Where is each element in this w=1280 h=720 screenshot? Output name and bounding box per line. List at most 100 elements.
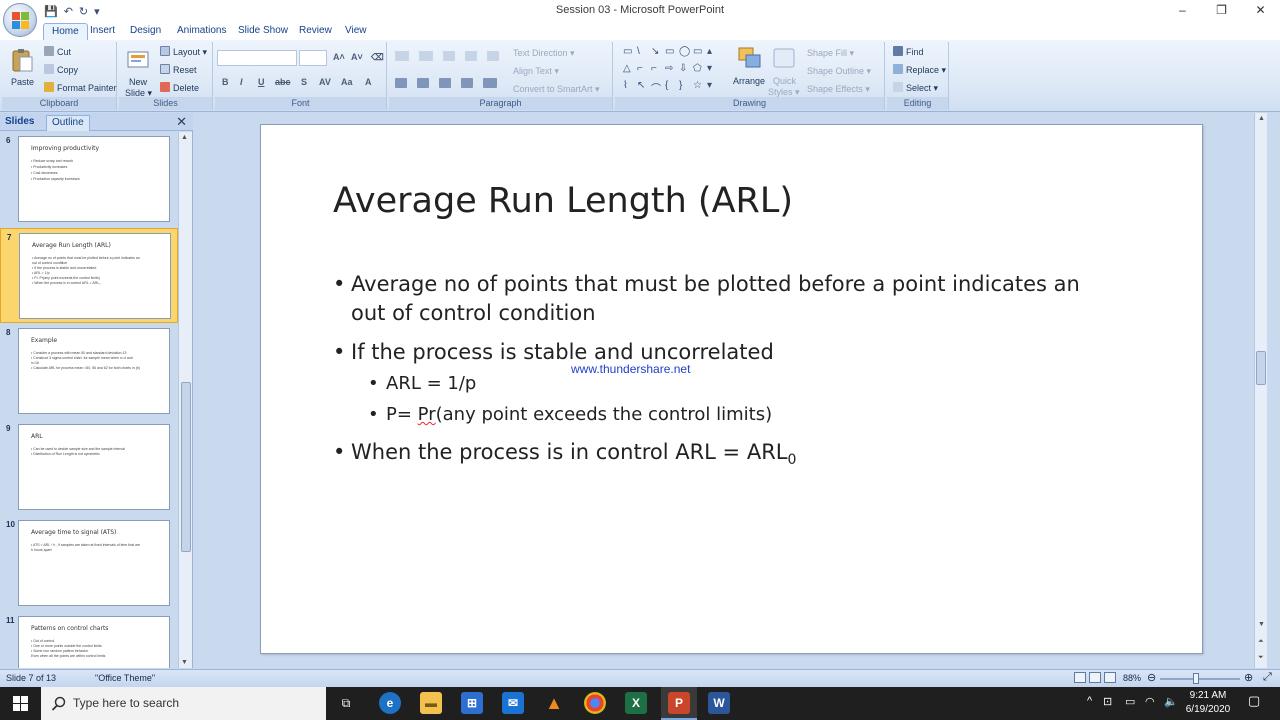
shape-item[interactable]: ◯ bbox=[679, 46, 693, 63]
align-right-icon[interactable] bbox=[439, 78, 451, 88]
convert-smartart-button[interactable]: Convert to SmartArt ▾ bbox=[513, 83, 600, 95]
word-icon[interactable]: W bbox=[708, 692, 730, 714]
maximize-button[interactable]: ❐ bbox=[1202, 0, 1241, 22]
task-view-icon[interactable]: ⧉ bbox=[335, 692, 357, 714]
slide-thumbnail-row[interactable]: 10 Average time to signal (ATS) • ATS = … bbox=[0, 516, 178, 611]
slide-thumbnail-row[interactable]: 6 Improving productivity • Reduce scrap … bbox=[0, 132, 178, 227]
taskbar-search[interactable]: Type here to search bbox=[41, 687, 326, 720]
zoom-level[interactable]: 88% bbox=[1123, 673, 1141, 683]
shape-item[interactable]: ▴ bbox=[707, 46, 721, 63]
excel-icon[interactable]: X bbox=[625, 692, 647, 714]
scroll-up-icon[interactable]: ▲ bbox=[181, 134, 188, 141]
shape-item[interactable]: △ bbox=[623, 63, 637, 80]
powerpoint-taskbar-button[interactable]: P bbox=[661, 687, 697, 720]
start-button[interactable] bbox=[0, 687, 40, 720]
editor-scrollbar[interactable]: ▲ ▼ ⏶ ⏷ bbox=[1254, 113, 1267, 668]
grow-font-button[interactable]: A˄ bbox=[333, 52, 345, 62]
font-color-button[interactable]: A bbox=[365, 77, 372, 87]
zoom-slider-thumb[interactable] bbox=[1193, 673, 1199, 684]
wifi-icon[interactable]: ◠ bbox=[1145, 695, 1155, 708]
slide-canvas[interactable]: Average Run Length (ARL) • Average no of… bbox=[260, 124, 1203, 654]
scroll-up-icon[interactable]: ▲ bbox=[1258, 115, 1265, 122]
slide-thumbnail[interactable]: Example • Consider a process with mean 5… bbox=[18, 328, 170, 414]
slide-thumbnail-row[interactable]: 8 Example • Consider a process with mean… bbox=[0, 324, 178, 419]
tab-home[interactable]: Home bbox=[43, 23, 88, 40]
shrink-font-button[interactable]: A˅ bbox=[351, 52, 363, 62]
shape-item[interactable]: ▾ bbox=[707, 80, 721, 97]
shape-item[interactable]: ⇩ bbox=[679, 63, 693, 80]
shape-item[interactable]: ⇨ bbox=[665, 63, 679, 80]
bullet-2[interactable]: • If the process is stable and uncorrela… bbox=[333, 338, 1151, 367]
shadow-button[interactable]: S bbox=[301, 77, 307, 87]
increase-indent-icon[interactable] bbox=[465, 51, 477, 61]
chrome-icon[interactable] bbox=[584, 692, 606, 714]
volume-icon[interactable]: 🔈 bbox=[1164, 695, 1178, 708]
justify-icon[interactable] bbox=[461, 78, 473, 88]
character-spacing-button[interactable]: AV bbox=[319, 77, 331, 87]
pane-scrollbar[interactable]: ▲ ▼ bbox=[178, 132, 192, 668]
shape-item[interactable]: } bbox=[679, 80, 693, 97]
normal-view-icon[interactable] bbox=[1074, 672, 1086, 683]
select-button[interactable]: Select ▾ bbox=[893, 82, 938, 94]
slide-thumbnail[interactable]: Patterns on control charts • Out of cont… bbox=[18, 616, 170, 668]
scroll-down-icon[interactable]: ▼ bbox=[1258, 621, 1265, 628]
underline-button[interactable]: U bbox=[258, 77, 265, 87]
sub-bullet-1[interactable]: • ARL = 1/p bbox=[368, 372, 476, 396]
reset-button[interactable]: Reset bbox=[160, 64, 197, 76]
arrange-button[interactable]: Arrange bbox=[733, 75, 765, 87]
previous-slide-icon[interactable]: ⏶ bbox=[1258, 638, 1264, 646]
bullet-1[interactable]: • Average no of points that must be plot… bbox=[333, 270, 1151, 328]
find-button[interactable]: Find bbox=[893, 46, 924, 58]
shape-fill-button[interactable]: Shape Fill ▾ bbox=[807, 47, 854, 59]
clear-formatting-button[interactable]: ⌫ bbox=[371, 52, 384, 63]
text-direction-button[interactable]: Text Direction ▾ bbox=[513, 47, 575, 59]
line-spacing-icon[interactable] bbox=[487, 51, 499, 61]
shape-item[interactable]: ⌒ bbox=[651, 80, 665, 97]
fit-to-window-icon[interactable]: ⤢ bbox=[1263, 671, 1272, 684]
decrease-indent-icon[interactable] bbox=[443, 51, 455, 61]
replace-button[interactable]: Replace ▾ bbox=[893, 64, 946, 76]
tab-outline[interactable]: Outline bbox=[46, 115, 90, 131]
notifications-icon[interactable]: ▢ bbox=[1248, 693, 1260, 709]
shape-item[interactable]: \ bbox=[637, 46, 651, 63]
align-text-button[interactable]: Align Text ▾ bbox=[513, 65, 559, 77]
shape-item[interactable]: ▭ bbox=[623, 46, 637, 63]
tab-slides[interactable]: Slides bbox=[0, 115, 39, 131]
bullet-3[interactable]: • When the process is in control ARL = A… bbox=[333, 438, 1151, 475]
tab-animations[interactable]: Animations bbox=[169, 23, 234, 40]
scroll-down-icon[interactable]: ▼ bbox=[181, 659, 188, 666]
zoom-in-icon[interactable]: ⊕ bbox=[1244, 671, 1253, 684]
font-size-combo[interactable] bbox=[299, 50, 327, 66]
slide-show-icon[interactable] bbox=[1104, 672, 1116, 683]
close-window-button[interactable]: ✕ bbox=[1241, 0, 1280, 22]
font-name-combo[interactable] bbox=[217, 50, 297, 66]
bold-button[interactable]: B bbox=[222, 77, 229, 87]
vlc-icon[interactable]: ▲ bbox=[543, 692, 565, 714]
show-hidden-icons-icon[interactable]: ^ bbox=[1087, 695, 1092, 707]
tab-review[interactable]: Review bbox=[291, 23, 340, 40]
slide-thumbnail-row[interactable]: 9 ARL • Can be used to decide sample siz… bbox=[0, 420, 178, 515]
shape-item[interactable]: ⌐ bbox=[651, 63, 665, 80]
align-left-icon[interactable] bbox=[395, 78, 407, 88]
shape-item[interactable]: ☆ bbox=[693, 80, 707, 97]
store-icon[interactable]: ⊞ bbox=[461, 692, 483, 714]
tab-view[interactable]: View bbox=[337, 23, 375, 40]
file-explorer-icon[interactable]: ▬ bbox=[420, 692, 442, 714]
slide-sorter-icon[interactable] bbox=[1089, 672, 1101, 683]
shape-item[interactable]: ▾ bbox=[707, 63, 721, 80]
close-pane-icon[interactable]: ✕ bbox=[176, 114, 187, 130]
shape-item[interactable]: ⌇ bbox=[623, 80, 637, 97]
strikethrough-button[interactable]: abc bbox=[275, 77, 291, 87]
cut-button[interactable]: Cut bbox=[44, 46, 71, 58]
shape-outline-button[interactable]: Shape Outline ▾ bbox=[807, 65, 871, 77]
slide-thumbnail[interactable]: Average Run Length (ARL) • Average no of… bbox=[19, 233, 171, 319]
battery-icon[interactable]: ▭ bbox=[1125, 695, 1135, 708]
sub-bullet-2[interactable]: • P= Pr(any point exceeds the control li… bbox=[368, 403, 772, 427]
zoom-out-icon[interactable]: ⊖ bbox=[1147, 671, 1156, 684]
bullets-icon[interactable] bbox=[395, 51, 409, 61]
shape-item[interactable]: ⬠ bbox=[693, 63, 707, 80]
next-slide-icon[interactable]: ⏷ bbox=[1258, 654, 1264, 662]
delete-slide-button[interactable]: Delete bbox=[160, 82, 199, 94]
change-case-button[interactable]: Aa bbox=[341, 77, 353, 87]
tab-slide-show[interactable]: Slide Show bbox=[230, 23, 296, 40]
